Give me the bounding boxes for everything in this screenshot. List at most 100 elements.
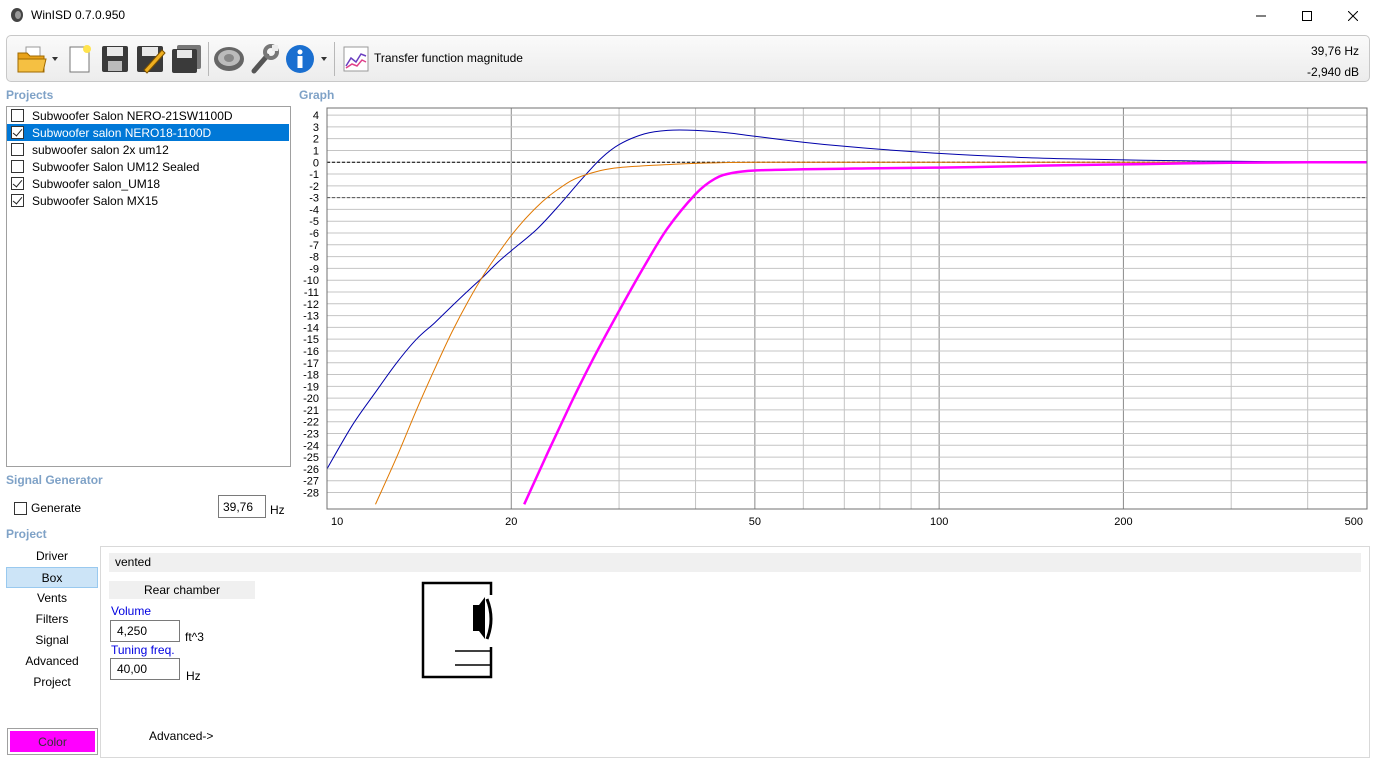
y-tick-label: -12 bbox=[303, 299, 319, 311]
project-checkbox[interactable] bbox=[11, 126, 24, 139]
about-button[interactable] bbox=[284, 41, 316, 77]
cursor-readout: 39,76 Hz -2,940 dB bbox=[1307, 41, 1359, 83]
project-title: Project bbox=[6, 527, 47, 541]
project-checkbox[interactable] bbox=[11, 194, 24, 207]
window-title: WinISD 0.7.0.950 bbox=[31, 8, 126, 22]
y-tick-label: 2 bbox=[313, 134, 319, 146]
x-tick-label: 500 bbox=[1345, 516, 1363, 528]
signal-generator-title: Signal Generator bbox=[6, 473, 103, 487]
y-tick-label: -23 bbox=[303, 429, 319, 441]
driver-editor-button[interactable] bbox=[212, 41, 246, 77]
minimize-button[interactable] bbox=[1238, 0, 1284, 31]
project-checkbox[interactable] bbox=[11, 143, 24, 156]
save-edit-icon bbox=[137, 46, 166, 74]
maximize-button[interactable] bbox=[1284, 0, 1330, 31]
y-tick-label: -28 bbox=[303, 487, 319, 499]
save-all-button[interactable] bbox=[170, 41, 204, 77]
y-tick-label: -26 bbox=[303, 464, 319, 476]
graph-icon bbox=[343, 46, 369, 72]
y-tick-label: -14 bbox=[303, 322, 319, 334]
y-tick-label: -18 bbox=[303, 370, 319, 382]
project-label: subwoofer salon 2x um12 bbox=[32, 142, 169, 157]
generator-frequency-unit: Hz bbox=[270, 503, 285, 517]
y-tick-label: -21 bbox=[303, 405, 319, 417]
transfer-function-graph[interactable]: 43210-1-2-3-4-5-6-7-8-9-10-11-12-13-14-1… bbox=[293, 104, 1370, 528]
box-type-selector[interactable]: vented bbox=[109, 553, 1361, 572]
nav-item-vents[interactable]: Vents bbox=[6, 588, 98, 609]
save-all-icon bbox=[172, 45, 201, 73]
project-label: Subwoofer salon_UM18 bbox=[32, 176, 161, 191]
y-tick-label: -10 bbox=[303, 275, 319, 287]
y-tick-label: -7 bbox=[309, 240, 319, 252]
project-checkbox[interactable] bbox=[11, 160, 24, 173]
winisd-window: WinISD 0.7.0.950 Transfer function magni… bbox=[0, 0, 1376, 764]
project-label: Subwoofer Salon MX15 bbox=[32, 193, 159, 208]
y-tick-label: -9 bbox=[309, 263, 319, 275]
y-tick-label: -20 bbox=[303, 393, 319, 405]
y-tick-label: -6 bbox=[309, 228, 319, 240]
info-dropdown-arrow[interactable] bbox=[321, 57, 327, 61]
minimize-icon bbox=[1256, 15, 1266, 16]
info-icon bbox=[286, 45, 314, 73]
generate-checkbox[interactable] bbox=[14, 501, 27, 515]
project-item[interactable]: Subwoofer salon_UM18 bbox=[7, 175, 290, 192]
y-tick-label: 3 bbox=[313, 122, 319, 134]
tuning-label: Tuning freq. bbox=[111, 643, 175, 657]
y-tick-label: -17 bbox=[303, 358, 319, 370]
y-tick-label: -2 bbox=[309, 181, 319, 193]
open-dropdown-arrow[interactable] bbox=[52, 57, 58, 61]
cursor-frequency: 39,76 Hz bbox=[1310, 44, 1359, 58]
tuning-unit: Hz bbox=[186, 669, 201, 683]
y-tick-label: -11 bbox=[304, 287, 319, 299]
toolbar-separator bbox=[334, 42, 335, 76]
nav-item-advanced[interactable]: Advanced bbox=[6, 651, 98, 672]
generator-frequency-input[interactable] bbox=[218, 495, 266, 518]
save-icon bbox=[102, 46, 128, 72]
volume-input[interactable] bbox=[110, 620, 180, 642]
project-item[interactable]: Subwoofer salon NERO18-1100D bbox=[7, 124, 289, 141]
nav-item-box[interactable]: Box bbox=[6, 567, 98, 588]
y-tick-label: -13 bbox=[303, 311, 319, 323]
driver-icon bbox=[214, 47, 244, 71]
project-item[interactable]: Subwoofer Salon NERO-21SW1100D bbox=[7, 107, 290, 124]
save-as-button[interactable] bbox=[135, 41, 167, 77]
generate-checkbox-row[interactable]: Generate bbox=[14, 501, 81, 515]
project-item[interactable]: Subwoofer Salon UM12 Sealed bbox=[7, 158, 290, 175]
nav-item-driver[interactable]: Driver bbox=[6, 546, 98, 567]
open-folder-icon bbox=[17, 46, 47, 73]
project-checkbox[interactable] bbox=[11, 177, 24, 190]
rear-chamber-header: Rear chamber bbox=[109, 581, 255, 599]
nav-item-filters[interactable]: Filters bbox=[6, 609, 98, 630]
project-item[interactable]: Subwoofer Salon MX15 bbox=[7, 192, 290, 209]
advanced-link[interactable]: Advanced-> bbox=[149, 729, 213, 743]
open-project-button[interactable] bbox=[15, 41, 49, 77]
color-button[interactable]: Color bbox=[7, 728, 98, 755]
nav-item-project[interactable]: Project bbox=[6, 672, 98, 693]
project-label: Subwoofer salon NERO18-1100D bbox=[32, 125, 212, 140]
wrench-icon bbox=[251, 44, 279, 74]
save-button[interactable] bbox=[99, 41, 131, 77]
y-tick-label: -25 bbox=[303, 452, 319, 464]
y-tick-label: -5 bbox=[309, 216, 319, 228]
project-item[interactable]: subwoofer salon 2x um12 bbox=[7, 141, 290, 158]
project-checkbox[interactable] bbox=[11, 109, 24, 122]
y-tick-label: -15 bbox=[303, 334, 319, 346]
y-tick-label: -4 bbox=[309, 204, 319, 216]
options-button[interactable] bbox=[249, 41, 281, 77]
tuning-input[interactable] bbox=[110, 658, 180, 680]
graph-type-label[interactable]: Transfer function magnitude bbox=[374, 51, 523, 65]
toolbar: Transfer function magnitude 39,76 Hz -2,… bbox=[6, 35, 1370, 82]
graph-type-button[interactable] bbox=[341, 41, 371, 77]
close-button[interactable] bbox=[1330, 0, 1376, 31]
y-tick-label: 0 bbox=[313, 157, 319, 169]
y-tick-label: -16 bbox=[303, 346, 319, 358]
cursor-level: -2,940 dB bbox=[1306, 65, 1359, 79]
y-tick-label: -22 bbox=[303, 417, 319, 429]
y-tick-label: -27 bbox=[303, 476, 319, 488]
y-tick-label: 4 bbox=[313, 110, 319, 122]
y-tick-label: -24 bbox=[303, 440, 319, 452]
nav-item-signal[interactable]: Signal bbox=[6, 630, 98, 651]
new-project-button[interactable] bbox=[65, 41, 95, 77]
app-speaker-icon bbox=[11, 8, 23, 22]
close-icon bbox=[1348, 10, 1358, 21]
